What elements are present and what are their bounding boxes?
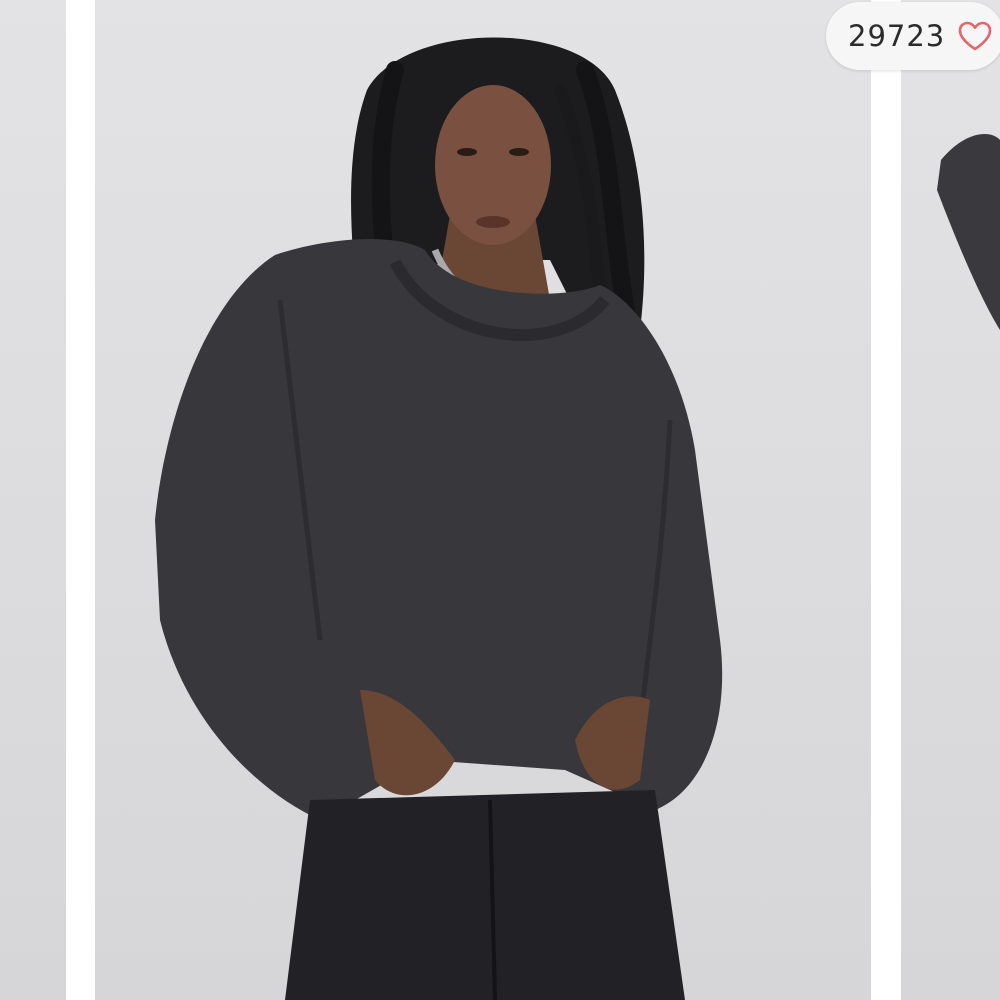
previous-product-image[interactable] [0,0,66,1000]
heart-outline-icon[interactable] [957,20,993,52]
main-product-image[interactable] [95,0,871,1000]
product-image-carousel[interactable]: 29723 [0,0,1000,1000]
model-in-sweatshirt-photo [155,37,723,1000]
next-image-sweatshirt-fragment [937,134,1000,330]
next-product-image[interactable] [901,0,1000,1000]
favorite-count: 29723 [848,19,946,53]
favorite-button[interactable]: 29723 [826,2,1000,70]
